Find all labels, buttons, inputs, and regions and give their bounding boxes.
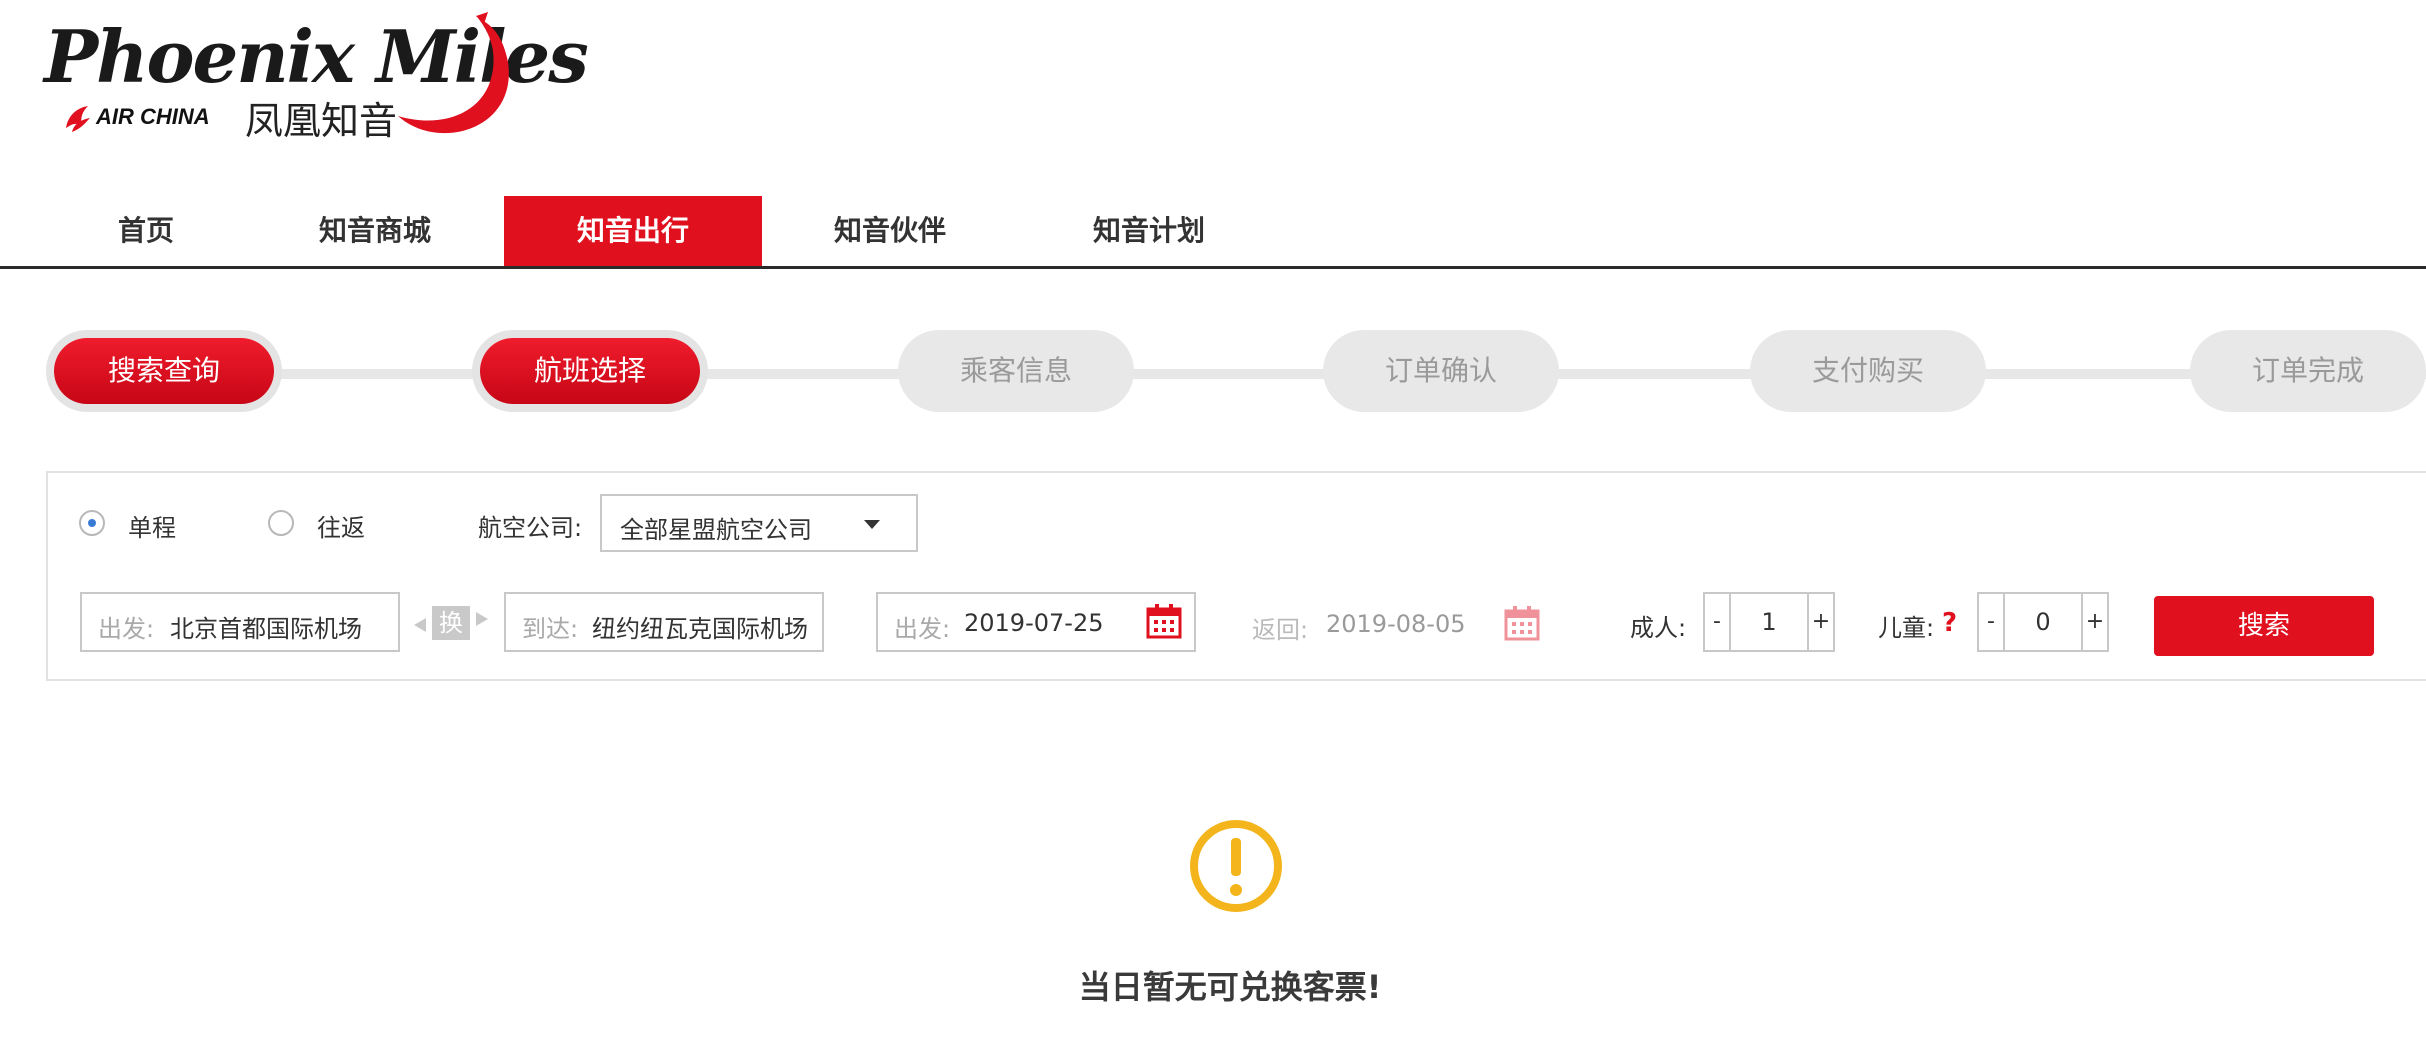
child-decrement-button[interactable]: - [1977,592,2005,652]
nav-item-partners[interactable]: 知音伙伴 [815,196,965,266]
child-count[interactable]: 0 [2005,592,2081,652]
no-tickets-message: 当日暂无可兑换客票! [1078,968,1382,1006]
child-label: 儿童: [1878,614,1935,642]
swap-airports-button[interactable]: 换 [432,606,470,640]
swap-right-arrow-icon [476,612,488,626]
adult-increment-button[interactable]: + [1807,592,1835,652]
adult-label: 成人: [1630,614,1687,642]
nav-divider [0,266,2426,269]
step-order-confirm: 订单确认 [1323,330,1559,412]
help-question-icon[interactable]: ? [1942,608,1957,638]
adult-count[interactable]: 1 [1731,592,1807,652]
dropdown-caret-icon [864,520,880,529]
child-increment-button[interactable]: + [2081,592,2109,652]
phoenix-miles-logo[interactable]: Phoenix Miles AIR CHINA 凤凰知音 [40,8,589,143]
step-flight-select: 航班选择 [480,338,700,404]
step-payment: 支付购买 [1750,330,1986,412]
logo-airline-text: AIR CHINA [96,104,210,129]
step-passenger-info: 乘客信息 [898,330,1134,412]
step-search: 搜索查询 [54,338,274,404]
swap-left-arrow-icon [414,618,426,632]
airline-select[interactable]: 全部星盟航空公司 [600,494,918,552]
air-china-bird-icon [66,106,90,132]
warning-exclamation-icon [1190,820,1282,912]
arrival-airport-prefix: 到达: [522,615,579,643]
adult-decrement-button[interactable]: - [1703,592,1731,652]
departure-airport-prefix: 出发: [98,615,155,643]
nav-item-mall[interactable]: 知音商城 [300,196,450,266]
airline-label: 航空公司: [478,514,583,542]
return-calendar-icon[interactable] [1504,605,1540,641]
nav-item-travel[interactable]: 知音出行 [504,196,762,266]
arrival-airport-field[interactable]: 到达: 纽约纽瓦克国际机场 [504,592,824,652]
calendar-icon[interactable] [1146,603,1182,639]
one-way-radio[interactable] [79,510,105,536]
search-button[interactable]: 搜索 [2154,596,2374,656]
round-trip-radio[interactable] [268,510,294,536]
nav-item-home[interactable]: 首页 [74,196,218,266]
departure-date-value: 2019-07-25 [964,609,1104,637]
one-way-label[interactable]: 单程 [128,508,176,543]
step-order-complete: 订单完成 [2190,330,2426,412]
departure-date-prefix: 出发: [894,615,951,643]
departure-airport-value: 北京首都国际机场 [170,615,362,643]
round-trip-label[interactable]: 往返 [317,508,365,543]
nav-item-program[interactable]: 知音计划 [1074,196,1224,266]
return-date-value[interactable]: 2019-08-05 [1326,610,1465,638]
logo-swoosh-icon [398,12,509,134]
return-date-prefix: 返回: [1252,616,1309,644]
departure-airport-field[interactable]: 出发: 北京首都国际机场 [80,592,400,652]
airline-select-value: 全部星盟航空公司 [620,516,812,544]
arrival-airport-value: 纽约纽瓦克国际机场 [592,615,808,643]
